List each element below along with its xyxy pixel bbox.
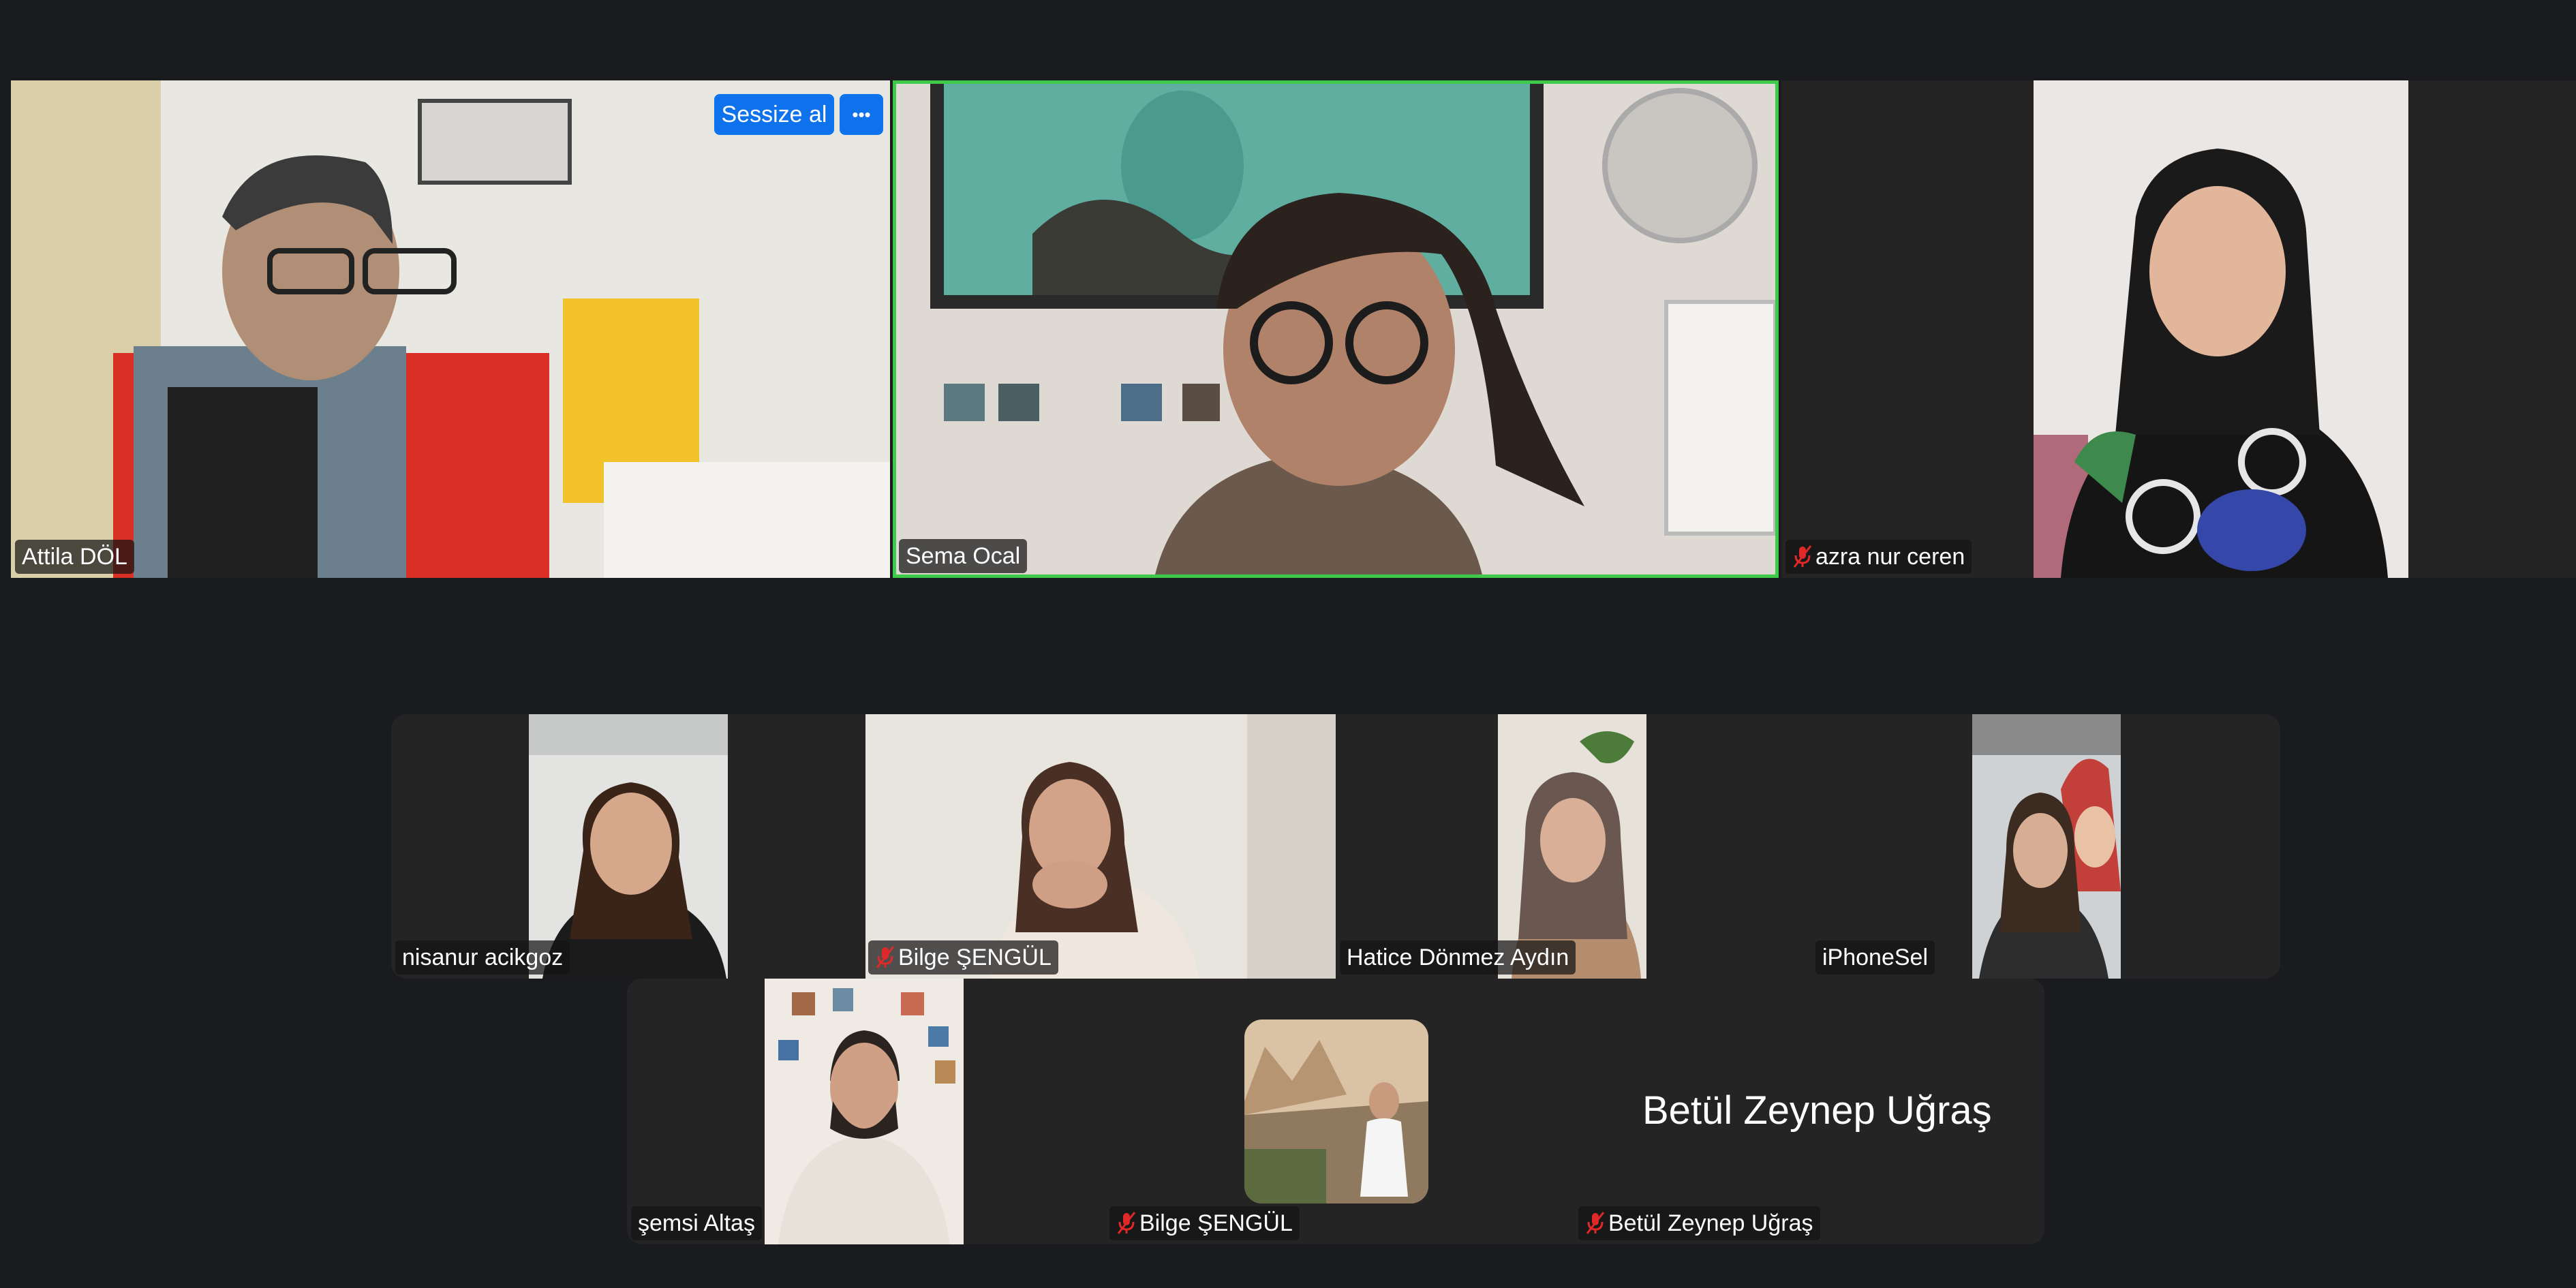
participant-name: Betül Zeynep Uğraş xyxy=(1608,1210,1813,1236)
mute-participant-button[interactable]: Sessize al xyxy=(714,94,834,135)
participant-name: şemsi Altaş xyxy=(638,1210,755,1236)
participant-name: Sema Ocal xyxy=(906,543,1021,569)
participant-name-tag: Bilge ŞENGÜL xyxy=(1109,1206,1300,1240)
participant-name-tag: Betül Zeynep Uğraş xyxy=(1578,1206,1820,1240)
video-tile-attila[interactable]: Sessize al ••• Attila DÖL xyxy=(11,80,890,578)
video-tile-semsi[interactable]: şemsi Altaş xyxy=(627,979,964,1244)
participant-name: Hatice Dönmez Aydın xyxy=(1347,945,1569,970)
mic-muted-icon xyxy=(875,945,895,970)
participant-video-nisanur xyxy=(529,714,728,979)
participant-video-iphonesel xyxy=(1972,714,2121,979)
video-tile-iphonesel[interactable]: iPhoneSel xyxy=(1809,714,2280,979)
participant-name: nisanur acikgoz xyxy=(402,945,564,970)
video-tile-azra[interactable]: azra nur ceren xyxy=(1781,80,2576,578)
participant-video-azra xyxy=(2034,80,2408,578)
participant-name-tag: şemsi Altaş xyxy=(631,1206,762,1240)
photo-avatar xyxy=(1244,1019,1428,1203)
mic-muted-icon xyxy=(1792,545,1813,569)
participant-name-tag: Hatice Dönmez Aydın xyxy=(1340,940,1576,975)
participant-display-name: Betül Zeynep Uğraş xyxy=(1642,1088,1992,1133)
participant-name-tag: azra nur ceren xyxy=(1785,540,1972,574)
participant-name: Bilge ŞENGÜL xyxy=(898,945,1052,970)
zoom-gallery-view: Sessize al ••• Attila DÖL Sema Ocal azra… xyxy=(0,0,2576,1288)
participant-name: Attila DÖL xyxy=(22,544,127,570)
video-tile-bilge-sengul[interactable]: Bilge ŞENGÜL xyxy=(865,714,1336,979)
participant-name-tag: Attila DÖL xyxy=(15,540,134,574)
participant-name: azra nur ceren xyxy=(1815,544,1965,570)
participant-video-semsi xyxy=(765,979,964,1244)
participant-video-sema xyxy=(896,84,1775,574)
participant-video-bilge-sengul xyxy=(865,714,1336,979)
video-tile-sema[interactable]: Sema Ocal xyxy=(893,80,1779,578)
participant-name-tag: nisanur acikgoz xyxy=(395,940,570,975)
participant-video-hatice xyxy=(1498,714,1646,979)
video-tile-nisanur[interactable]: nisanur acikgoz xyxy=(391,714,865,979)
more-options-button[interactable]: ••• xyxy=(840,94,883,135)
participant-name-tag: Sema Ocal xyxy=(899,539,1028,573)
mic-muted-icon xyxy=(1116,1211,1137,1236)
mic-muted-icon xyxy=(1585,1211,1606,1236)
participant-name-tag: iPhoneSel xyxy=(1815,940,1935,975)
video-tile-betul[interactable]: Betül Zeynep Uğraş Betül Zeynep Uğraş xyxy=(1554,979,2044,1244)
video-tile-bilge-sengul-avatar[interactable]: Bilge ŞENGÜL xyxy=(964,979,1554,1244)
video-tile-hatice[interactable]: Hatice Dönmez Aydın xyxy=(1336,714,1809,979)
participant-name: iPhoneSel xyxy=(1822,945,1929,970)
participant-name: Bilge ŞENGÜL xyxy=(1139,1210,1293,1236)
participant-video-attila xyxy=(11,80,890,578)
participant-name-tag: Bilge ŞENGÜL xyxy=(868,940,1058,975)
